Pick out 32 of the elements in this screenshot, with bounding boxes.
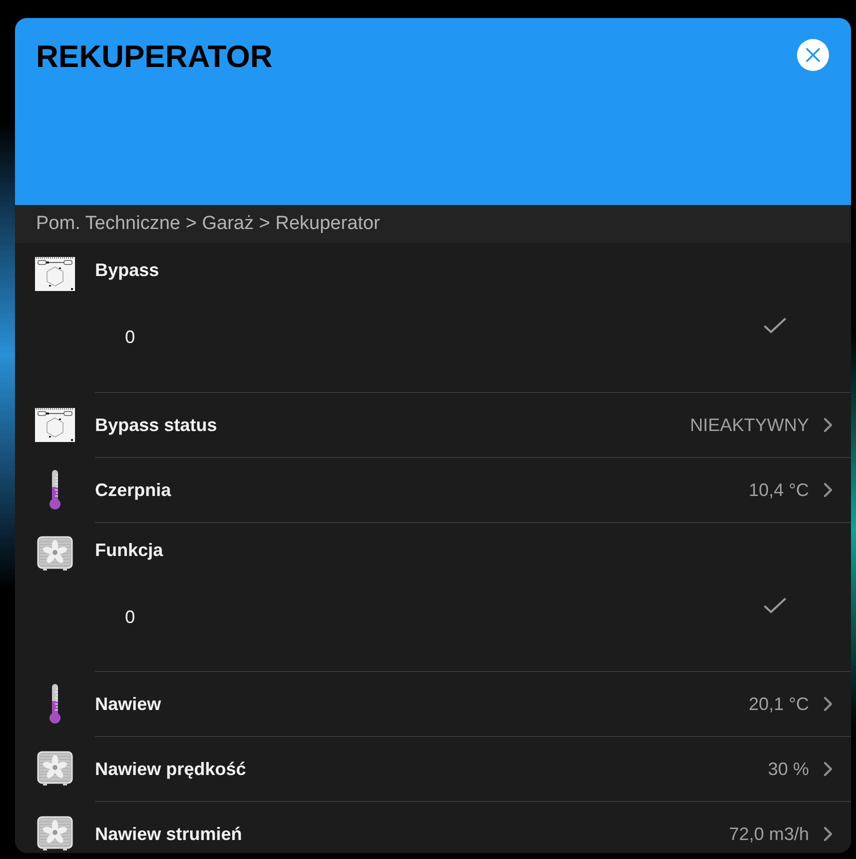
entity-value: 72,0 m3/h bbox=[728, 823, 809, 846]
check-icon bbox=[763, 596, 787, 614]
ventilation-unit-icon bbox=[35, 257, 75, 291]
thermometer-icon bbox=[48, 470, 62, 510]
entity-name[interactable]: Nawiew strumień bbox=[95, 820, 242, 848]
entity-name[interactable]: Nawiew prędkość bbox=[95, 755, 246, 783]
thermometer-icon bbox=[48, 684, 62, 724]
box-fan-icon bbox=[37, 750, 73, 786]
entity-name[interactable]: Czerpnia bbox=[95, 476, 172, 504]
close-icon bbox=[806, 48, 820, 62]
chevron-right-icon[interactable] bbox=[823, 696, 833, 712]
number-field[interactable]: 0 bbox=[125, 603, 136, 631]
chevron-right-icon[interactable] bbox=[823, 761, 833, 777]
entity-name[interactable]: Funkcja bbox=[95, 540, 164, 560]
close-button[interactable] bbox=[797, 39, 829, 71]
breadcrumb: Pom. Techniczne > Garaż > Rekuperator bbox=[36, 212, 380, 236]
box-fan-icon bbox=[37, 816, 73, 852]
ventilation-unit-icon bbox=[35, 408, 75, 442]
box-fan-icon bbox=[37, 536, 73, 572]
entity-name[interactable]: Nawiew bbox=[95, 690, 162, 718]
entity-name[interactable]: Bypass bbox=[95, 260, 160, 280]
dialog-title: REKUPERATOR bbox=[36, 39, 273, 75]
number-field[interactable]: 0 bbox=[125, 323, 136, 351]
chevron-right-icon[interactable] bbox=[823, 482, 833, 498]
entity-value: NIEAKTYWNY bbox=[690, 414, 809, 437]
entity-value: 10,4 °C bbox=[748, 479, 809, 502]
entity-name[interactable]: Bypass status bbox=[95, 411, 218, 439]
entity-value: 30 % bbox=[768, 758, 809, 781]
check-icon bbox=[763, 316, 787, 334]
entity-value: 20,1 °C bbox=[748, 693, 809, 716]
chevron-right-icon[interactable] bbox=[823, 826, 833, 842]
chevron-right-icon[interactable] bbox=[823, 417, 833, 433]
